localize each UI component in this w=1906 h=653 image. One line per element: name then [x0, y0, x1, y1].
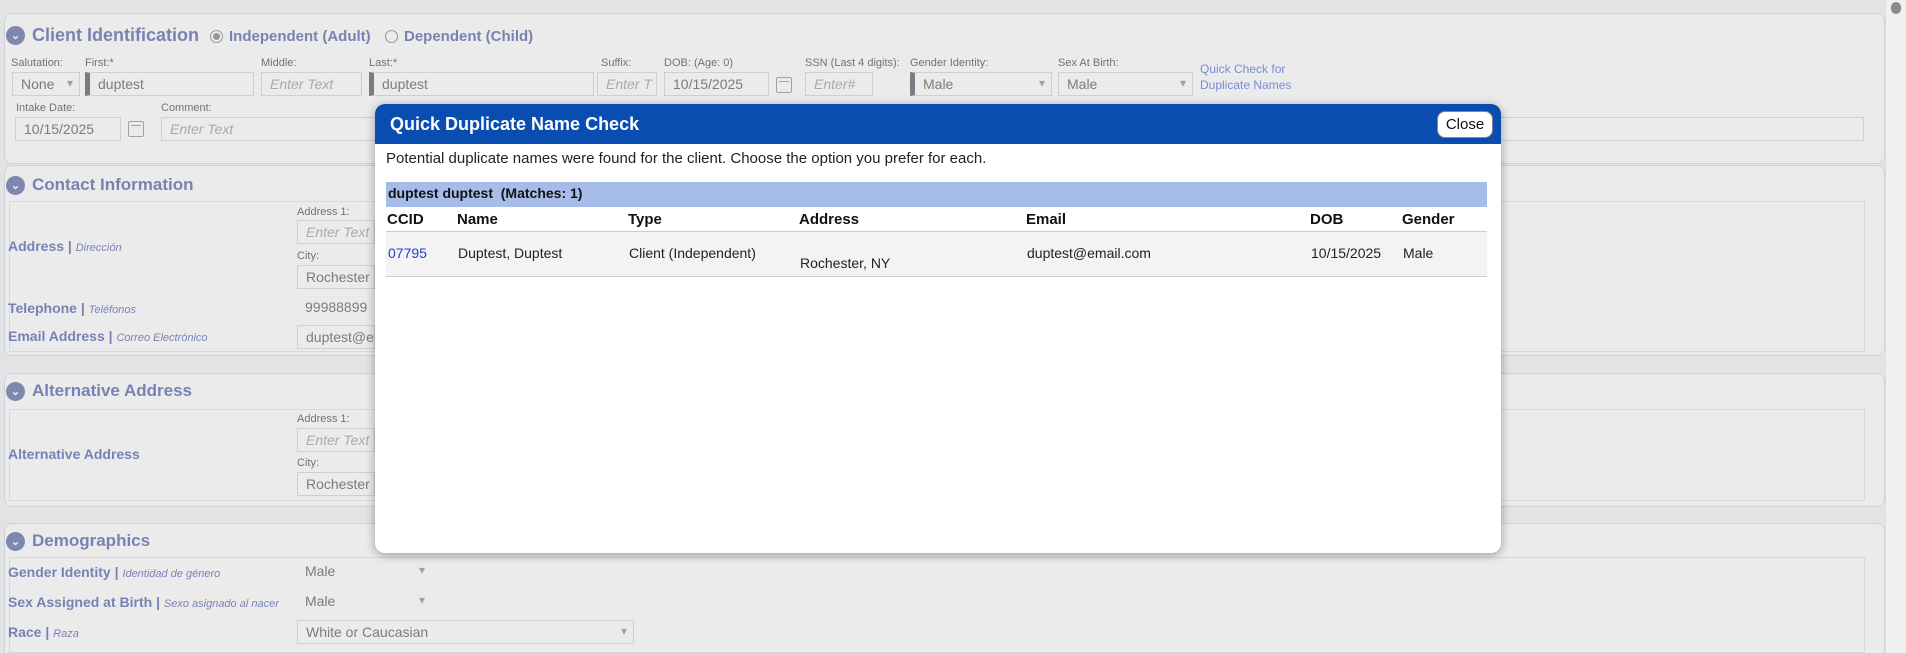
column-header-type: Type [628, 211, 662, 228]
row-type: Client (Independent) [629, 245, 756, 261]
column-header-address: Address [799, 211, 860, 228]
modal-header: Quick Duplicate Name Check [375, 104, 1501, 144]
modal-title: Quick Duplicate Name Check [390, 113, 640, 134]
column-header-gender: Gender [1402, 211, 1455, 228]
row-name: Duptest, Duptest [458, 245, 563, 261]
close-button[interactable]: Close [1437, 111, 1493, 138]
row-email: duptest@email.com [1027, 245, 1151, 261]
row-address: Rochester, NY [800, 255, 891, 271]
modal-message: Potential duplicate names were found for… [386, 150, 987, 167]
scrollbar-thumb[interactable] [1891, 2, 1901, 14]
match-group-header: duptest duptest (Matches: 1) [386, 182, 1487, 207]
duplicate-name-modal: Quick Duplicate Name Check Close Potenti… [375, 104, 1501, 553]
column-header-dob: DOB [1310, 211, 1344, 228]
vertical-scrollbar[interactable] [1885, 0, 1906, 653]
column-header-name: Name [457, 211, 498, 228]
column-header-ccid: CCID [387, 211, 424, 228]
column-header-email: Email [1026, 211, 1067, 228]
ccid-link[interactable]: 07795 [388, 245, 427, 261]
row-divider [386, 276, 1487, 277]
row-gender: Male [1403, 245, 1434, 261]
row-dob: 10/15/2025 [1311, 245, 1382, 261]
